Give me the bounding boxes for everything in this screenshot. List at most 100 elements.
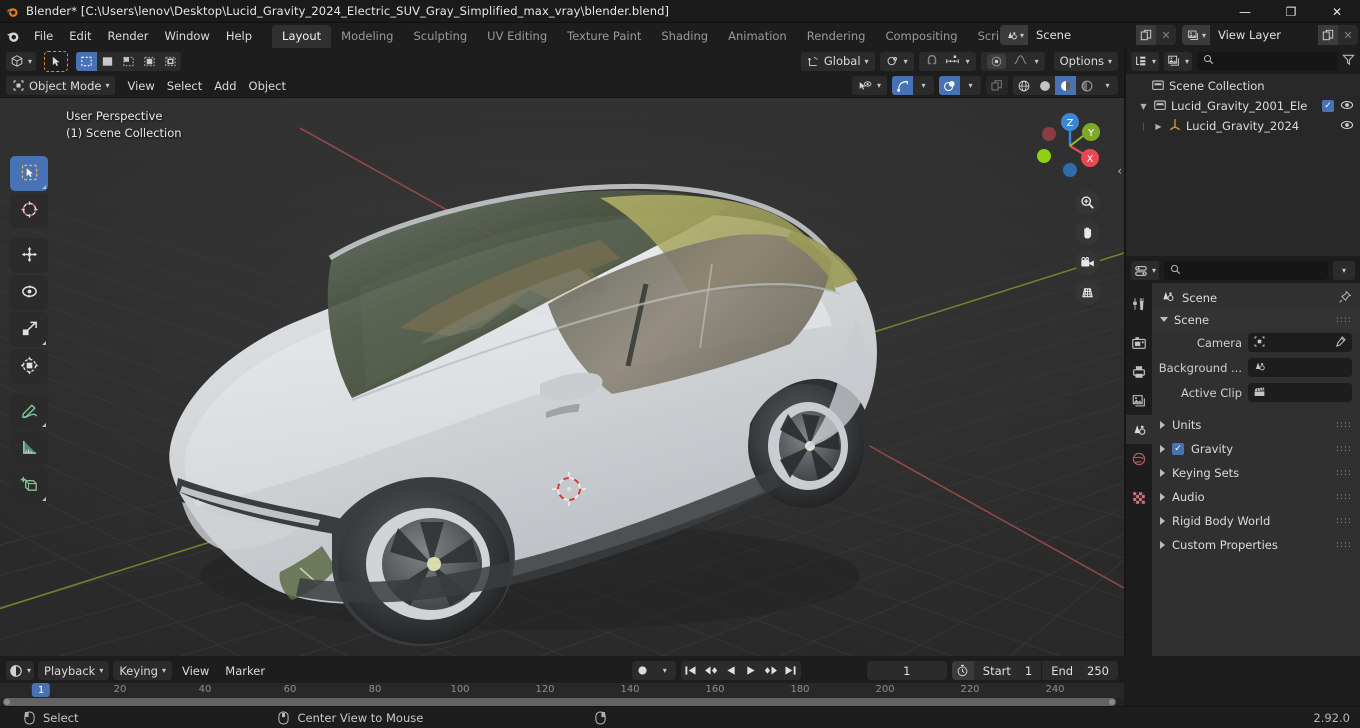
- transform-orientation-dropdown[interactable]: Global ▾: [800, 51, 875, 71]
- tool-annotate[interactable]: [10, 394, 48, 429]
- tool-tweak-select[interactable]: [10, 156, 48, 191]
- new-scene-icon[interactable]: [1135, 25, 1156, 45]
- shading-material-icon[interactable]: [1055, 76, 1076, 95]
- menu-help[interactable]: Help: [218, 26, 260, 46]
- select-set-icon[interactable]: [97, 51, 119, 71]
- outliner-search-input[interactable]: [1219, 54, 1331, 68]
- editor-type-3dview-icon[interactable]: ▾: [6, 51, 37, 71]
- scene-selector[interactable]: ▾ Scene ✕: [999, 25, 1176, 45]
- pin-icon[interactable]: [1338, 290, 1352, 307]
- snap-increment-icon[interactable]: [945, 53, 960, 69]
- jump-to-prev-keyframe-button[interactable]: [701, 661, 721, 680]
- panel-header-custom-properties[interactable]: Custom Properties ::::: [1152, 533, 1360, 557]
- proportional-falloff-icon[interactable]: [1013, 53, 1028, 69]
- timeline-ruler[interactable]: 20 40 60 80 100 120 140 160 180 200 220 …: [0, 683, 1124, 698]
- tool-rotate[interactable]: [10, 275, 48, 310]
- scene-name[interactable]: Scene: [1027, 25, 1136, 45]
- viewport-menu-add[interactable]: Add: [208, 76, 242, 95]
- view-layer-icon[interactable]: ▾: [1181, 25, 1210, 45]
- timeline-menu-playback[interactable]: Playback ▾: [38, 661, 110, 680]
- tool-move[interactable]: [10, 238, 48, 273]
- tab-sculpting[interactable]: Sculpting: [403, 25, 477, 48]
- object-mode-dropdown[interactable]: Object Mode ▾: [6, 76, 116, 95]
- menu-window[interactable]: Window: [156, 26, 217, 46]
- panel-header-scene[interactable]: Scene ::::: [1152, 309, 1360, 330]
- remove-scene-button[interactable]: ✕: [1156, 25, 1176, 45]
- snap-group[interactable]: ▾: [918, 51, 976, 71]
- outliner-row-collection[interactable]: ▼ Lucid_Gravity_2001_Ele ✓: [1126, 96, 1360, 116]
- proportional-edit-icon[interactable]: [986, 53, 1006, 69]
- timeline-editor-icon[interactable]: ▾: [6, 661, 35, 680]
- panel-header-audio[interactable]: Audio ::::: [1152, 485, 1360, 509]
- tab-shading[interactable]: Shading: [651, 25, 718, 48]
- menu-file[interactable]: File: [26, 26, 61, 46]
- jump-to-next-keyframe-button[interactable]: [761, 661, 781, 680]
- tab-compositing[interactable]: Compositing: [875, 25, 967, 48]
- proportional-editing-group[interactable]: ▾: [980, 51, 1045, 71]
- output-tab[interactable]: [1126, 357, 1152, 386]
- tweak-cursor-icon[interactable]: [44, 50, 69, 72]
- properties-search-input[interactable]: [1186, 264, 1322, 277]
- view-layer-selector[interactable]: ▾ View Layer ✕: [1181, 25, 1358, 45]
- jump-to-start-button[interactable]: [681, 661, 701, 680]
- tab-layout[interactable]: Layout: [272, 25, 332, 48]
- tab-uv-editing[interactable]: UV Editing: [477, 25, 557, 48]
- texture-tab[interactable]: [1126, 483, 1152, 512]
- panel-header-units[interactable]: Units ::::: [1152, 413, 1360, 437]
- remove-view-layer-button[interactable]: ✕: [1338, 25, 1358, 45]
- view-layer-name[interactable]: View Layer: [1210, 25, 1318, 45]
- tab-modeling[interactable]: Modeling: [331, 25, 403, 48]
- tool-scale[interactable]: [10, 312, 48, 347]
- camera-field[interactable]: [1248, 333, 1352, 352]
- play-reverse-button[interactable]: [721, 661, 741, 680]
- disclosure-triangle-open[interactable]: ▼: [1138, 102, 1149, 111]
- tool-tab[interactable]: [1126, 289, 1152, 318]
- eye-icon[interactable]: [1340, 119, 1354, 134]
- outliner-search-box[interactable]: [1197, 51, 1337, 71]
- select-extend-icon[interactable]: [118, 51, 140, 71]
- toggle-xray-icon[interactable]: [986, 76, 1008, 95]
- tab-texture-paint[interactable]: Texture Paint: [557, 25, 651, 48]
- panel-header-keying-sets[interactable]: Keying Sets ::::: [1152, 461, 1360, 485]
- viewport-menu-select[interactable]: Select: [161, 76, 208, 95]
- close-button[interactable]: ✕: [1314, 0, 1360, 23]
- funnel-filter-icon[interactable]: [1342, 53, 1355, 69]
- tab-rendering[interactable]: Rendering: [797, 25, 876, 48]
- playhead[interactable]: 1: [31, 683, 51, 697]
- stopwatch-icon[interactable]: [951, 661, 974, 680]
- maximize-button[interactable]: ❐: [1268, 0, 1314, 23]
- timeline-scrollbar[interactable]: [0, 698, 1124, 706]
- outliner-row-scene-collection[interactable]: Scene Collection: [1126, 76, 1360, 96]
- sidebar-toggle-icon[interactable]: ‹: [1117, 164, 1122, 178]
- gravity-checkbox[interactable]: ✓: [1172, 443, 1184, 455]
- minimize-button[interactable]: —: [1222, 0, 1268, 23]
- camera-view-button[interactable]: [1075, 250, 1100, 275]
- tool-transform[interactable]: [10, 349, 48, 384]
- chevron-down-icon[interactable]: ▾: [1333, 261, 1355, 280]
- auto-keying-dropdown[interactable]: ▾: [654, 661, 676, 680]
- outliner-id-type-icon[interactable]: ▾: [1164, 51, 1193, 71]
- jump-to-end-button[interactable]: [781, 661, 801, 680]
- tool-3d-cursor[interactable]: [10, 193, 48, 228]
- blender-menu-icon[interactable]: [0, 29, 26, 43]
- viewport-3d-canvas[interactable]: LUCID User Perspective (1) Scene Collect…: [0, 98, 1124, 656]
- current-frame-field[interactable]: 1: [866, 661, 947, 680]
- scene-icon[interactable]: ▾: [999, 25, 1028, 45]
- active-clip-field[interactable]: [1248, 383, 1352, 402]
- timeline-menu-view[interactable]: View: [176, 661, 215, 680]
- properties-editor-icon[interactable]: ▾: [1131, 261, 1160, 280]
- render-tab[interactable]: [1126, 328, 1152, 357]
- select-difference-icon[interactable]: [160, 51, 182, 71]
- timeline-menu-keying[interactable]: Keying ▾: [113, 661, 172, 680]
- panel-header-gravity[interactable]: ✓ Gravity ::::: [1152, 437, 1360, 461]
- frame-start-field[interactable]: Start 1: [974, 661, 1043, 680]
- world-tab[interactable]: [1126, 444, 1152, 473]
- show-gizmo-icon[interactable]: [892, 76, 913, 95]
- menu-edit[interactable]: Edit: [61, 26, 99, 46]
- tool-add-cube[interactable]: [10, 468, 48, 503]
- toggle-ortho-button[interactable]: [1075, 280, 1100, 305]
- new-view-layer-icon[interactable]: [1318, 25, 1338, 45]
- collection-checkbox[interactable]: ✓: [1322, 100, 1334, 112]
- shading-dropdown[interactable]: ▾: [1097, 76, 1118, 95]
- gizmo-dropdown[interactable]: ▾: [913, 76, 934, 95]
